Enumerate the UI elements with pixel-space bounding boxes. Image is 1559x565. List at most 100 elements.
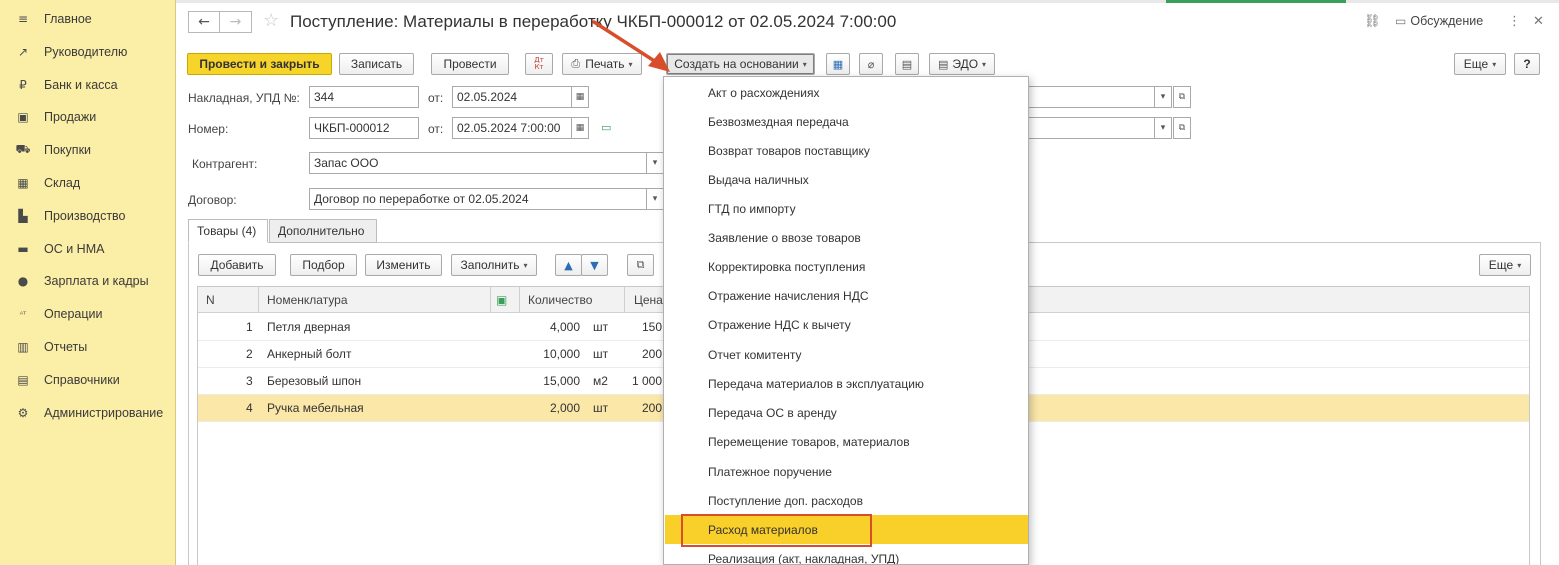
row-qty: 4,000 <box>549 320 580 334</box>
post-button[interactable]: Провести <box>431 53 509 75</box>
number-field[interactable]: ЧКБП-000012 <box>309 117 419 139</box>
attach-button[interactable]: ⌀ <box>859 53 883 75</box>
calendar-icon[interactable]: ▦ <box>571 86 589 108</box>
document-icon: ▤ <box>901 57 913 71</box>
dropdown-icon[interactable]: ▾ <box>646 152 664 174</box>
move-up-button[interactable]: ▲ <box>555 254 582 276</box>
calendar-icon[interactable]: ▦ <box>571 117 589 139</box>
book-icon: ▤ <box>17 373 29 387</box>
sidebar-item-bank[interactable]: ₽ Банк и касса <box>0 70 176 100</box>
create-basis-button[interactable]: Создать на основании ▾ <box>666 53 815 75</box>
sidebar-item-main[interactable]: ≡ Главное <box>0 4 176 34</box>
row-qty: 2,000 <box>549 401 580 415</box>
invoice-number-field[interactable]: 344 <box>309 86 419 108</box>
structure-button[interactable]: ▦ <box>826 53 850 75</box>
invoice-date-field[interactable]: 02.05.2024 <box>452 86 572 108</box>
edo-label: ЭДО <box>952 57 979 71</box>
sidebar-item-purchases[interactable]: ⛟ Покупки <box>0 135 176 165</box>
menu-item[interactable]: Перемещение товаров, материалов <box>665 427 1028 456</box>
contract-field[interactable]: Договор по переработке от 02.05.2024 <box>309 188 647 210</box>
person-icon: ● <box>17 274 29 288</box>
help-button[interactable]: ? <box>1514 53 1540 75</box>
row-name: Ручка мебельная <box>267 401 364 415</box>
edo-button[interactable]: ▤ ЭДО ▾ <box>929 53 995 75</box>
column-nomenclature[interactable]: Номенклатура <box>267 293 348 307</box>
edit-date-icon[interactable]: ▭ <box>601 121 611 134</box>
row-unit: шт <box>593 401 609 415</box>
discussion-label: Обсуждение <box>1410 14 1484 28</box>
ruble-icon: ₽ <box>19 78 27 92</box>
tab-goods[interactable]: Товары (4) <box>188 219 268 243</box>
bar-chart-icon: ▥ <box>17 340 29 354</box>
dtkt-button[interactable]: Дт Кт <box>525 53 553 75</box>
menu-icon: ≡ <box>17 12 29 26</box>
paperclip-icon: ⌀ <box>867 57 875 71</box>
column-price[interactable]: Цена <box>634 293 663 307</box>
pick-button[interactable]: Подбор <box>290 254 357 276</box>
arrow-up-icon: ▲ <box>564 258 573 272</box>
sidebar-item-manager[interactable]: ↗ Руководителю <box>0 37 176 67</box>
table-more-button[interactable]: Еще ▾ <box>1479 254 1531 276</box>
sidebar-item-admin[interactable]: ⚙ Администрирование <box>0 398 176 428</box>
sidebar-item-assets[interactable]: ▬ ОС и НМА <box>0 234 176 264</box>
menu-item[interactable]: ГТД по импорту <box>665 194 1028 223</box>
row-unit: м2 <box>593 374 608 388</box>
counterparty-field[interactable]: Запас ООО <box>309 152 647 174</box>
menu-item[interactable]: Отражение начисления НДС <box>665 281 1028 310</box>
menu-item[interactable]: Поступление доп. расходов <box>665 486 1028 515</box>
number-date-field[interactable]: 02.05.2024 7:00:00 <box>452 117 572 139</box>
more-button[interactable]: Еще ▾ <box>1454 53 1506 75</box>
menu-item[interactable]: Передача материалов в эксплуатацию <box>665 369 1028 398</box>
sidebar-item-production[interactable]: ▙ Производство <box>0 201 176 231</box>
fill-button[interactable]: Заполнить ▾ <box>451 254 537 276</box>
link-icon[interactable]: ⛓ <box>1364 14 1381 29</box>
forward-button[interactable]: → <box>220 11 252 33</box>
discussion-button[interactable]: ▭ Обсуждение <box>1395 14 1483 28</box>
sidebar-item-catalogs[interactable]: ▤ Справочники <box>0 365 176 395</box>
star-icon[interactable]: ☆ <box>263 10 279 31</box>
sidebar-item-label: Справочники <box>44 373 120 387</box>
menu-item[interactable]: Корректировка поступления <box>665 252 1028 281</box>
back-button[interactable]: ← <box>188 11 220 33</box>
sidebar-item-warehouse[interactable]: ▦ Склад <box>0 168 176 198</box>
tab-additional[interactable]: Дополнительно <box>269 219 377 243</box>
more-icon[interactable]: ⋮ <box>1508 14 1521 29</box>
post-and-close-button[interactable]: Провести и закрыть <box>187 53 332 75</box>
dropdown-icon[interactable]: ▾ <box>1154 86 1172 108</box>
cart-icon: ⛟ <box>15 142 31 156</box>
change-button[interactable]: Изменить <box>365 254 442 276</box>
column-n[interactable]: N <box>206 293 215 307</box>
sidebar-item-reports[interactable]: ▥ Отчеты <box>0 332 176 362</box>
column-quantity[interactable]: Количество <box>528 293 592 307</box>
save-button[interactable]: Записать <box>339 53 414 75</box>
menu-item[interactable]: Безвозмездная передача <box>665 107 1028 136</box>
menu-item[interactable]: Реализация (акт, накладная, УПД) <box>665 544 1028 565</box>
report-button[interactable]: ▤ <box>895 53 919 75</box>
menu-item[interactable]: Возврат товаров поставщику <box>665 136 1028 165</box>
sidebar-item-sales[interactable]: ▣ Продажи <box>0 102 176 132</box>
menu-item[interactable]: Отчет комитенту <box>665 340 1028 369</box>
open-icon[interactable]: ⧉ <box>1173 86 1191 108</box>
menu-item[interactable]: Акт о расхождениях <box>665 78 1028 107</box>
fill-label: Заполнить <box>460 258 520 272</box>
dropdown-icon[interactable]: ▾ <box>646 188 664 210</box>
sidebar-item-label: Покупки <box>44 143 92 157</box>
close-icon[interactable]: ✕ <box>1533 14 1544 29</box>
organization-field[interactable] <box>1010 86 1155 108</box>
nav-buttons: ← → <box>188 11 252 33</box>
menu-item[interactable]: Выдача наличных <box>665 165 1028 194</box>
copy-button[interactable]: ⧉ <box>627 254 654 276</box>
sidebar-item-operations[interactable]: ᴬᵀ Операции <box>0 299 176 329</box>
menu-item[interactable]: Платежное поручение <box>665 457 1028 486</box>
annotation-arrow <box>592 20 670 72</box>
add-button[interactable]: Добавить <box>198 254 276 276</box>
menu-item[interactable]: Отражение НДС к вычету <box>665 310 1028 339</box>
move-down-button[interactable]: ▼ <box>581 254 608 276</box>
dropdown-icon[interactable]: ▾ <box>1154 117 1172 139</box>
barcode-column-icon[interactable]: ▣ <box>496 293 507 307</box>
menu-item[interactable]: Передача ОС в аренду <box>665 398 1028 427</box>
warehouse-field[interactable] <box>1010 117 1155 139</box>
sidebar-item-salary[interactable]: ● Зарплата и кадры <box>0 266 176 296</box>
menu-item[interactable]: Заявление о ввозе товаров <box>665 223 1028 252</box>
open-icon[interactable]: ⧉ <box>1173 117 1191 139</box>
